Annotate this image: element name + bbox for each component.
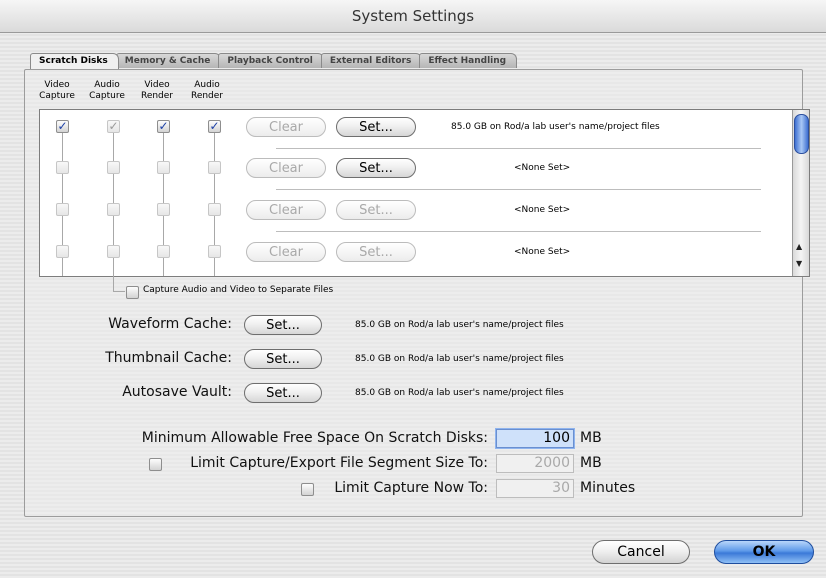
column-header-audio-capture: Audio Capture bbox=[80, 80, 134, 102]
column-header-video-render: Video Render bbox=[130, 80, 184, 102]
autosave-vault-path: 85.0 GB on Rod/a lab user's name/project… bbox=[355, 388, 564, 398]
limit-capture-field[interactable]: 30 bbox=[496, 479, 574, 498]
scratch-row: Clear Set... <None Set> bbox=[40, 151, 792, 191]
audio-capture-checkbox[interactable]: ✓ bbox=[107, 120, 120, 133]
autosave-vault-label: Autosave Vault: bbox=[122, 384, 232, 400]
scratch-path: <None Set> bbox=[514, 205, 571, 215]
set-button[interactable]: Set... bbox=[336, 242, 416, 262]
divider bbox=[276, 148, 761, 149]
ok-button[interactable]: OK bbox=[714, 540, 814, 564]
autosave-set-button[interactable]: Set... bbox=[244, 383, 322, 403]
video-render-checkbox[interactable] bbox=[157, 161, 170, 174]
tab-scratch-disks[interactable]: Scratch Disks bbox=[30, 53, 119, 69]
video-capture-checkbox[interactable] bbox=[56, 203, 69, 216]
video-capture-checkbox[interactable]: ✓ bbox=[56, 120, 69, 133]
scratch-row: Clear Set... <None Set> bbox=[40, 193, 792, 233]
waveform-cache-path: 85.0 GB on Rod/a lab user's name/project… bbox=[355, 320, 564, 330]
tab-bar: Scratch Disks Memory & Cache Playback Co… bbox=[30, 53, 518, 69]
min-free-space-unit: MB bbox=[580, 430, 602, 446]
column-header-line: Render bbox=[190, 91, 224, 101]
video-render-checkbox[interactable] bbox=[157, 203, 170, 216]
clear-button[interactable]: Clear bbox=[246, 200, 326, 220]
connector-line bbox=[113, 275, 114, 291]
arrow-down-icon[interactable]: ▼ bbox=[796, 259, 802, 268]
set-button[interactable]: Set... bbox=[336, 117, 416, 137]
clear-button[interactable]: Clear bbox=[246, 242, 326, 262]
divider bbox=[276, 231, 761, 232]
audio-render-checkbox[interactable] bbox=[208, 203, 221, 216]
scratch-disk-list: ✓ ✓ ✓ ✓ Clear Set... 85.0 GB on Rod/a la… bbox=[39, 109, 810, 277]
column-header-line: Video bbox=[44, 80, 70, 90]
video-capture-checkbox[interactable] bbox=[56, 161, 69, 174]
column-header-line: Render bbox=[140, 91, 174, 101]
video-render-checkbox[interactable]: ✓ bbox=[157, 120, 170, 133]
window-title: System Settings bbox=[0, 0, 826, 33]
cancel-button[interactable]: Cancel bbox=[592, 540, 690, 564]
limit-segment-field[interactable]: 2000 bbox=[496, 454, 574, 473]
audio-render-checkbox[interactable] bbox=[208, 245, 221, 258]
min-free-space-label: Minimum Allowable Free Space On Scratch … bbox=[141, 430, 488, 446]
audio-capture-checkbox[interactable] bbox=[107, 203, 120, 216]
column-header-audio-render: Audio Render bbox=[180, 80, 234, 102]
list-scrollbar[interactable]: ▲ ▼ bbox=[792, 110, 809, 276]
scratch-row: ✓ ✓ ✓ ✓ Clear Set... 85.0 GB on Rod/a la… bbox=[40, 110, 792, 150]
waveform-set-button[interactable]: Set... bbox=[244, 315, 322, 335]
column-header-line: Audio bbox=[194, 80, 220, 90]
column-header-video-capture: Video Capture bbox=[30, 80, 84, 102]
limit-capture-unit: Minutes bbox=[580, 480, 636, 496]
capture-separate-label: Capture Audio and Video to Separate File… bbox=[143, 285, 334, 295]
audio-render-checkbox[interactable]: ✓ bbox=[208, 120, 221, 133]
scratch-path: 85.0 GB on Rod/a lab user's name/project… bbox=[451, 122, 660, 132]
capture-separate-checkbox[interactable] bbox=[126, 286, 139, 299]
limit-segment-label: Limit Capture/Export File Segment Size T… bbox=[190, 455, 488, 471]
connector-line bbox=[113, 291, 125, 292]
waveform-cache-label: Waveform Cache: bbox=[108, 316, 232, 332]
limit-segment-checkbox[interactable] bbox=[149, 458, 162, 471]
thumbnail-cache-label: Thumbnail Cache: bbox=[105, 350, 232, 366]
column-header-line: Video bbox=[144, 80, 170, 90]
tab-external-editors[interactable]: External Editors bbox=[320, 53, 423, 68]
scratch-path: <None Set> bbox=[514, 163, 571, 173]
column-header-line: Audio bbox=[94, 80, 120, 90]
thumbnail-cache-path: 85.0 GB on Rod/a lab user's name/project… bbox=[355, 354, 564, 364]
tab-playback-control[interactable]: Playback Control bbox=[218, 53, 324, 68]
divider bbox=[276, 189, 761, 190]
scratch-path: <None Set> bbox=[514, 247, 571, 257]
limit-capture-checkbox[interactable] bbox=[301, 483, 314, 496]
tab-effect-handling[interactable]: Effect Handling bbox=[419, 53, 518, 68]
tab-memory-cache[interactable]: Memory & Cache bbox=[115, 53, 222, 68]
scrollbar-thumb[interactable] bbox=[794, 114, 809, 154]
limit-capture-label: Limit Capture Now To: bbox=[334, 480, 488, 496]
clear-button[interactable]: Clear bbox=[246, 117, 326, 137]
scratch-row: Clear Set... <None Set> bbox=[40, 235, 792, 275]
audio-render-checkbox[interactable] bbox=[208, 161, 221, 174]
column-header-line: Capture bbox=[89, 91, 125, 101]
column-header-line: Capture bbox=[39, 91, 75, 101]
set-button[interactable]: Set... bbox=[336, 158, 416, 178]
limit-segment-unit: MB bbox=[580, 455, 602, 471]
arrow-up-icon[interactable]: ▲ bbox=[796, 242, 802, 251]
set-button[interactable]: Set... bbox=[336, 200, 416, 220]
audio-capture-checkbox[interactable] bbox=[107, 161, 120, 174]
thumbnail-set-button[interactable]: Set... bbox=[244, 349, 322, 369]
video-capture-checkbox[interactable] bbox=[56, 245, 69, 258]
audio-capture-checkbox[interactable] bbox=[107, 245, 120, 258]
video-render-checkbox[interactable] bbox=[157, 245, 170, 258]
clear-button[interactable]: Clear bbox=[246, 158, 326, 178]
min-free-space-field[interactable]: 100 bbox=[496, 429, 574, 448]
